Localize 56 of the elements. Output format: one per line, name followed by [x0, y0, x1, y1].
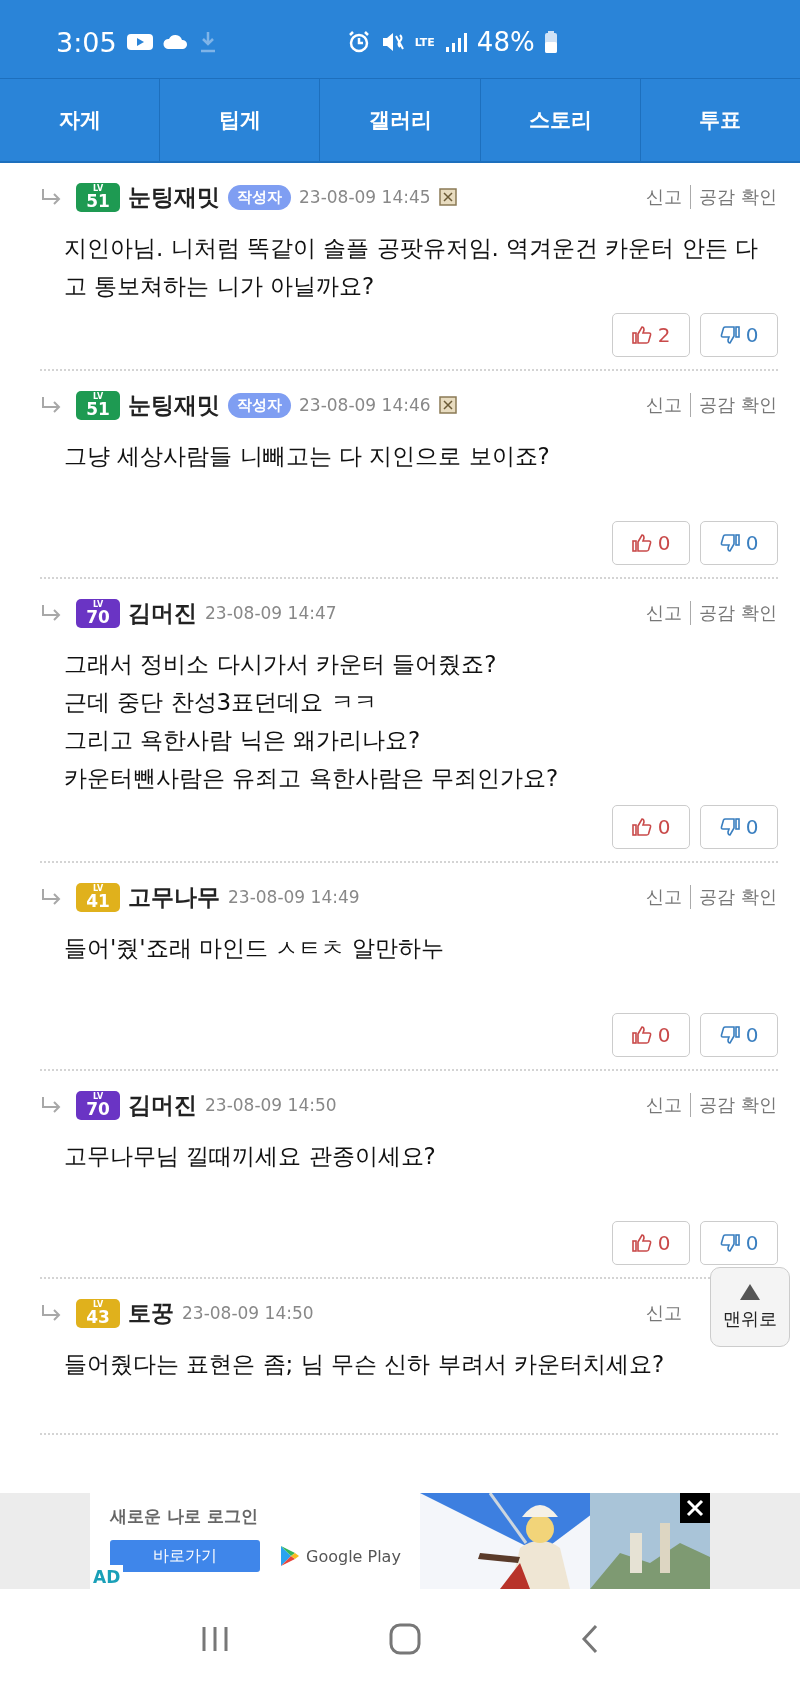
dislike-button[interactable]: 0: [700, 1221, 778, 1265]
comment-text: 카운터뺀사람은 유죄고 욕한사람은 무죄인가요?: [64, 764, 560, 793]
comment-action-link[interactable]: 신고: [638, 1301, 690, 1325]
comment-text: 그냥 세상사람들 니빼고는 다 지인으로 보이죠?: [64, 442, 551, 471]
like-button[interactable]: 0: [612, 1013, 690, 1057]
comment-text: 근데 중단 찬성3표던데요 ㅋㅋ: [64, 688, 378, 717]
comment-text: 그래서 정비소 다시가서 카운터 들어줬죠?: [64, 650, 498, 679]
comment-date: 23-08-09 14:49: [228, 887, 360, 907]
level-badge: LV 70: [76, 1090, 120, 1120]
comment-action-link[interactable]: 공감 확인: [690, 601, 785, 625]
comment-action-link[interactable]: 공감 확인: [690, 1093, 785, 1117]
comment-text: 들어줬다는 표현은 좀; 님 무슨 신하 부려서 카운터치세요?: [64, 1350, 666, 1379]
comment-text: 그리고 욕한사람 닉은 왜가리나요?: [64, 726, 422, 755]
author-name[interactable]: 김머진: [128, 597, 197, 629]
level-badge: LV 51: [76, 182, 120, 212]
level-badge: LV 70: [76, 598, 120, 628]
author-name[interactable]: 눈팅재밋: [128, 389, 220, 421]
comment-action-link[interactable]: 신고: [638, 885, 690, 909]
comment-action-link[interactable]: 신고: [638, 393, 690, 417]
level-badge: LV 51: [76, 390, 120, 420]
comment-action-link[interactable]: 신고: [638, 1093, 690, 1117]
comment-action-link[interactable]: 공감 확인: [690, 185, 785, 209]
like-button[interactable]: 0: [612, 1221, 690, 1265]
dislike-button[interactable]: 0: [700, 313, 778, 357]
clock-time: 3:05: [56, 26, 117, 58]
author-name[interactable]: 토꿍: [128, 1297, 174, 1329]
level-badge: LV 43: [76, 1298, 120, 1328]
like-button[interactable]: 2: [612, 313, 690, 357]
author-tag: 작성자: [228, 184, 291, 210]
author-name[interactable]: 김머진: [128, 1089, 197, 1121]
comment-text: 고무나무님 낄때끼세요 관종이세요?: [64, 1142, 437, 1171]
ad-headline: 새로운 나로 로그인: [110, 1505, 259, 1528]
comment-action-link[interactable]: 신고: [638, 601, 690, 625]
comment-date: 23-08-09 14:50: [182, 1303, 314, 1323]
author-tag: 작성자: [228, 392, 291, 418]
dislike-button[interactable]: 0: [700, 805, 778, 849]
comment-date: 23-08-09 14:50: [205, 1095, 337, 1115]
battery-percent: 48%: [476, 27, 535, 57]
store-name: Google Play: [306, 1546, 401, 1566]
author-name[interactable]: 고무나무: [128, 881, 220, 913]
comment-action-link[interactable]: 공감 확인: [690, 885, 785, 909]
back-to-top-button[interactable]: 맨위로: [710, 1267, 790, 1347]
like-button[interactable]: 0: [612, 805, 690, 849]
comment-text: 지인아님. 니처럼 똑같이 솔플 공팟유저임. 역겨운건 카운터 안든 다고 통보쳐하는 니가 아닐까요?: [64, 234, 760, 301]
comment-text: 들어'줬'죠래 마인드 ㅅㅌㅊ 알만하누: [64, 934, 445, 963]
author-name[interactable]: 눈팅재밋: [128, 181, 220, 213]
comment-date: 23-08-09 14:47: [205, 603, 337, 623]
comment-date: 23-08-09 14:46: [299, 395, 431, 415]
comment-action-link[interactable]: 신고: [638, 185, 690, 209]
comment-date: 23-08-09 14:45: [299, 187, 431, 207]
dislike-button[interactable]: 0: [700, 1013, 778, 1057]
comment-action-link[interactable]: 공감 확인: [690, 393, 785, 417]
like-button[interactable]: 0: [612, 521, 690, 565]
dislike-button[interactable]: 0: [700, 521, 778, 565]
network-type: LTE: [414, 36, 435, 48]
level-badge: LV 41: [76, 882, 120, 912]
